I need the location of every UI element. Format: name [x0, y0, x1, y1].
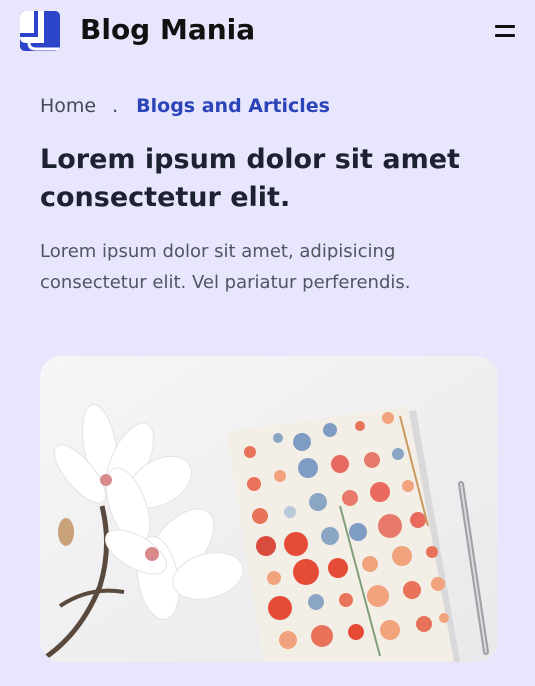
breadcrumb: Home. Blogs and Articles: [40, 93, 330, 119]
page-subtitle: Lorem ipsum dolor sit amet, adipisicing …: [40, 241, 411, 293]
hamburger-menu-icon-line: [495, 34, 515, 37]
breadcrumb-home-link[interactable]: Home: [40, 95, 96, 117]
hero-image: [40, 356, 498, 662]
menu-button[interactable]: [492, 22, 516, 40]
breadcrumb-current-link[interactable]: Blogs and Articles: [136, 95, 330, 117]
logo-icon[interactable]: [20, 11, 60, 51]
brand-name[interactable]: Blog Mania: [80, 13, 255, 47]
site-header: Blog Mania: [0, 0, 535, 62]
breadcrumb-separator: .: [112, 95, 119, 117]
page-title: Lorem ipsum dolor sit amet consectetur e…: [40, 144, 460, 213]
hamburger-menu-icon: [495, 25, 515, 28]
